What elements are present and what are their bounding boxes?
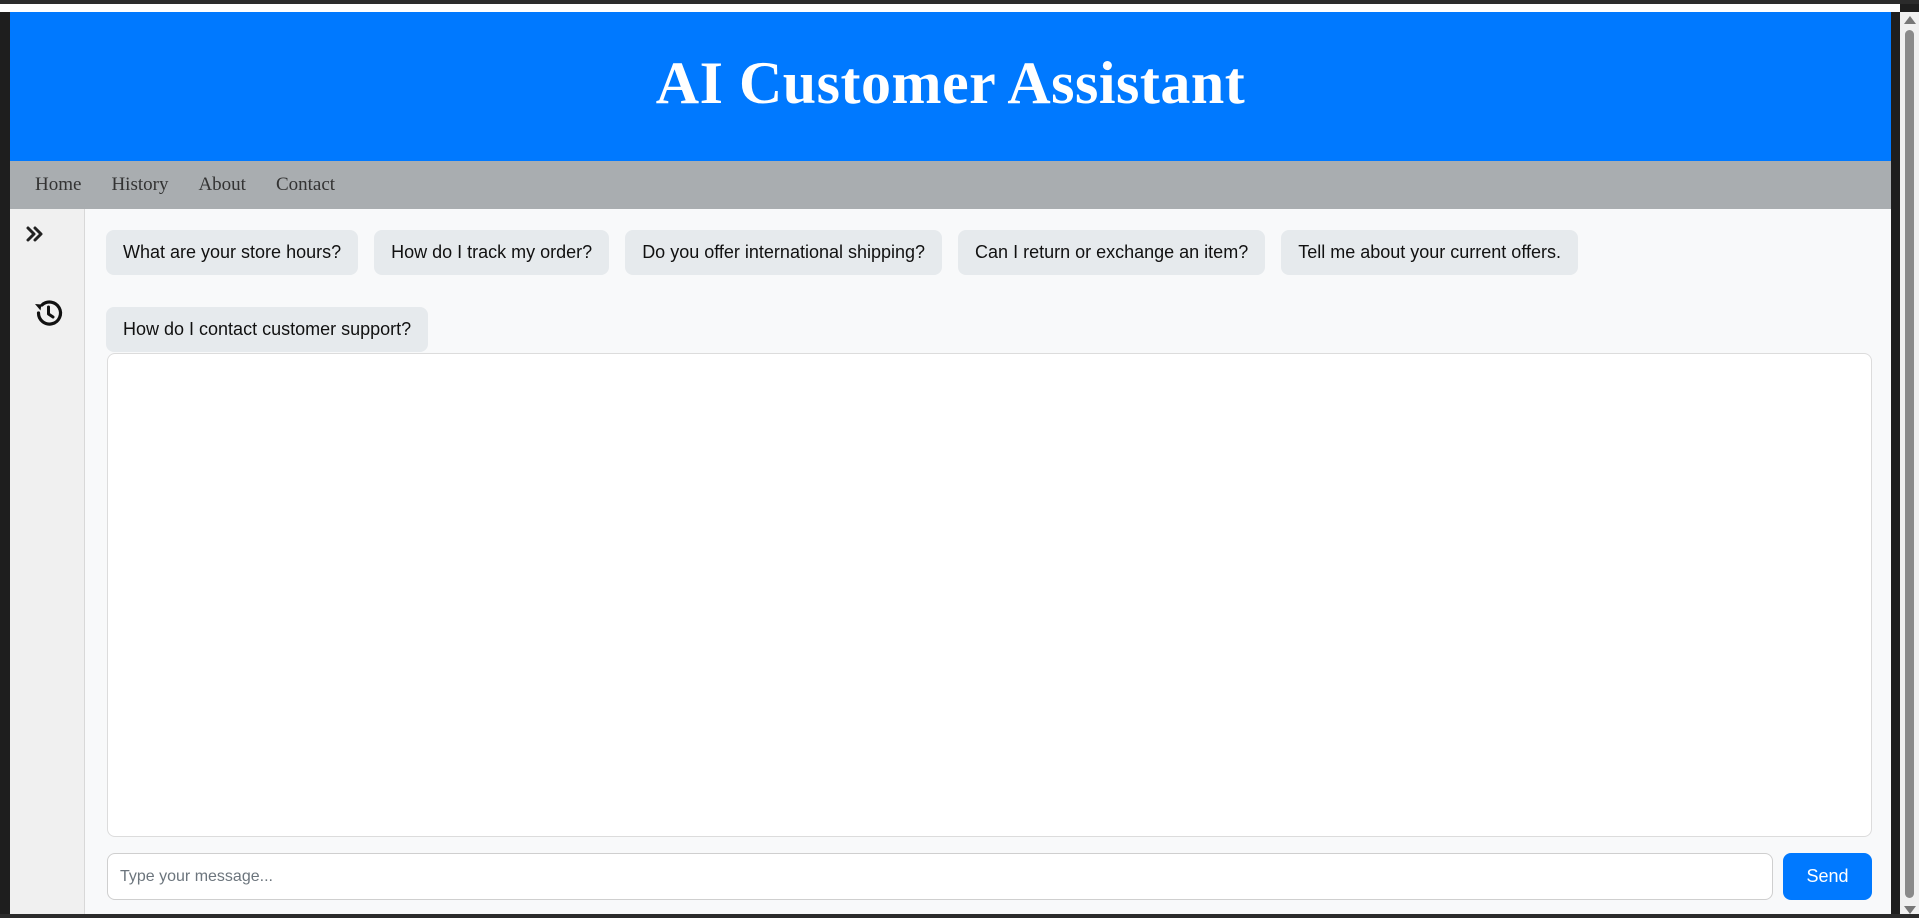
composer: Send	[107, 853, 1872, 900]
page: AI Customer Assistant Home History About…	[10, 12, 1891, 916]
top-nav: Home History About Contact	[10, 161, 1891, 209]
app-header: AI Customer Assistant	[10, 12, 1891, 161]
window-bottom-edge	[0, 914, 1919, 918]
page-scrollbar[interactable]	[1900, 12, 1919, 918]
nav-item-home[interactable]: Home	[35, 174, 81, 196]
sidebar	[10, 209, 85, 916]
suggestion-list: What are your store hours? How do I trac…	[106, 230, 1871, 352]
nav-item-contact[interactable]: Contact	[276, 174, 335, 196]
suggestion-chip[interactable]: Can I return or exchange an item?	[958, 230, 1266, 275]
suggestion-chip[interactable]: How do I track my order?	[374, 230, 610, 275]
chat-messages[interactable]	[107, 353, 1872, 837]
suggestion-chip[interactable]: What are your store hours?	[106, 230, 359, 275]
history-icon[interactable]	[32, 297, 64, 329]
suggestion-chip[interactable]: Tell me about your current offers.	[1281, 230, 1578, 275]
nav-item-about[interactable]: About	[198, 174, 246, 196]
double-chevron-right-icon[interactable]	[24, 223, 46, 245]
nav-item-history[interactable]: History	[111, 174, 168, 196]
suggestion-chip[interactable]: Do you offer international shipping?	[625, 230, 943, 275]
send-button[interactable]: Send	[1783, 853, 1872, 900]
scroll-up-icon[interactable]	[1904, 16, 1916, 24]
chat-main: What are your store hours? How do I trac…	[85, 209, 1891, 916]
window-frame	[0, 4, 1900, 12]
message-input[interactable]	[107, 853, 1773, 900]
scroll-down-icon[interactable]	[1904, 906, 1916, 914]
scroll-thumb[interactable]	[1905, 30, 1914, 898]
suggestion-chip[interactable]: How do I contact customer support?	[106, 307, 429, 352]
page-title: AI Customer Assistant	[655, 50, 1246, 116]
